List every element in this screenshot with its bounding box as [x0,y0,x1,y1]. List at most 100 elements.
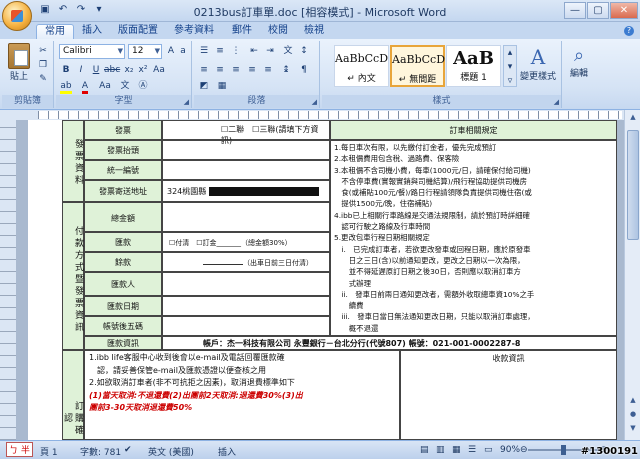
copy-icon[interactable]: ❐ [36,59,50,72]
spell-check-icon[interactable]: ✔ [124,445,132,455]
horizontal-ruler[interactable] [0,110,640,120]
remit-date-field[interactable] [162,296,330,316]
prev-page-icon[interactable]: ▲ [627,394,639,406]
chevron-down-icon: ▼ [154,47,160,55]
minimize-button[interactable]: — [564,2,586,19]
remitter-label: 匯款人 [84,272,162,296]
cut-icon[interactable]: ✂ [36,45,50,58]
remit-options[interactable]: ☐付清 ☐訂金_______（總金額30%） [162,232,330,252]
shrink-font-icon[interactable]: a [176,45,190,58]
print-layout-icon[interactable]: ▤ [420,445,429,455]
draft-icon[interactable]: ▭ [484,445,493,455]
line-spacing-icon[interactable]: ↨ [279,64,293,77]
clipboard-group: 貼上 ✂ ❐ ✎ 剪貼簿 [2,41,54,108]
format-painter-icon[interactable]: ✎ [36,73,50,86]
close-button[interactable]: ✕ [610,2,638,19]
tab-home[interactable]: 常用 [36,24,74,39]
order-form-table: 發票資料 付款方式暨發票資訊 訂購確認 發票 發票抬頭 統一編號 發票寄送地址 … [62,120,617,440]
font-color-icon[interactable]: A [78,80,92,94]
superscript-icon[interactable]: x² [136,64,150,77]
highlight-icon[interactable]: ab [59,80,73,94]
balance-label: 餘款 [84,252,162,272]
styles-group-label: 樣式 [322,95,561,108]
align-right-icon[interactable]: ≡ [229,64,243,77]
vertical-ruler[interactable] [0,120,16,440]
remitter-field[interactable] [162,272,330,296]
tab-mailings[interactable]: 郵件 [232,24,252,39]
zoom-slider-knob[interactable] [561,445,566,455]
paragraph-launcher-icon[interactable]: ◢ [312,98,317,106]
language-indicator[interactable]: 英文 (美國) [148,445,194,458]
vertical-scrollbar[interactable]: ▲ ▲ ● ▼ [624,110,640,440]
zoom-out-icon[interactable]: ⊖ [520,445,528,455]
show-marks-icon[interactable]: ¶ [297,64,311,77]
phonetic-guide-icon[interactable]: 文 [118,80,132,93]
bold-icon[interactable]: B [59,64,73,77]
invoice-title-field[interactable] [162,140,330,160]
word-count[interactable]: 字數: 781 [80,445,121,458]
clear-format-icon[interactable]: Aa [98,80,112,93]
chinese-layout-icon[interactable]: 文 [281,45,295,58]
web-layout-icon[interactable]: ▦ [452,445,461,455]
insert-mode[interactable]: 插入 [218,445,236,458]
change-styles-button[interactable]: A 變更樣式 [518,45,558,82]
change-styles-icon: A [530,45,546,69]
decrease-indent-icon[interactable]: ⇤ [247,45,261,58]
account-last5-field[interactable] [162,316,330,336]
remit-label: 匯款 [84,232,162,252]
invoice-address-field[interactable]: 324桃園縣 [162,180,330,202]
full-screen-icon[interactable]: ▥ [436,445,445,455]
invoice-options[interactable]: ☐二聯 ☐三聯(請填下方資訊) [162,120,330,145]
subscript-icon[interactable]: x₂ [122,64,136,77]
change-case-icon[interactable]: Aa [152,64,166,77]
styles-scroll-icon[interactable]: ▴ ▾ ▿ [503,45,517,87]
tab-view[interactable]: 檢視 [304,24,324,39]
zoom-level[interactable]: 90% [500,445,520,455]
font-size-combo[interactable]: 12 ▼ [128,44,162,59]
increase-indent-icon[interactable]: ⇥ [263,45,277,58]
font-launcher-icon[interactable]: ◢ [184,98,189,106]
scroll-thumb[interactable] [627,130,639,240]
borders-icon[interactable]: ▦ [215,80,229,93]
sort-icon[interactable]: ↕ [297,45,311,58]
page-count[interactable]: 頁 1 [40,445,58,458]
help-icon[interactable]: ? [624,26,634,36]
balance-field[interactable]: （出車日前三日付清） [162,252,330,272]
numbering-icon[interactable]: ≡ [213,45,227,58]
italic-icon[interactable]: I [74,64,88,77]
ime-indicator[interactable]: ㄅ 半 [6,442,33,457]
tab-review[interactable]: 校閱 [268,24,288,39]
tab-layout[interactable]: 版面配置 [118,24,158,39]
bullets-icon[interactable]: ☰ [197,45,211,58]
scroll-up-icon[interactable]: ▲ [627,111,639,123]
styles-group: AaBbCcD ↵ 內文 AaBbCcD ↵ 無間距 AaB 標題 1 ▴ ▾ ▿ … [322,41,562,108]
tab-insert[interactable]: 插入 [82,24,102,39]
underline-icon[interactable]: U [89,64,103,77]
browse-object-icon[interactable]: ● [627,408,639,420]
document-page[interactable]: 發票資料 付款方式暨發票資訊 訂購確認 發票 發票抬頭 統一編號 發票寄送地址 … [28,120,617,440]
align-left-icon[interactable]: ≡ [197,64,211,77]
font-name-combo[interactable]: Calibri ▼ [59,44,125,59]
style-normal[interactable]: AaBbCcD ↵ 內文 [334,45,389,87]
strikethrough-icon[interactable]: abc [104,64,120,77]
style-heading-1[interactable]: AaB 標題 1 [446,45,501,87]
invoice-title-label: 發票抬頭 [84,140,162,160]
maximize-button[interactable]: ▢ [587,2,609,19]
tax-id-field[interactable] [162,160,330,180]
total-field[interactable] [162,202,330,232]
paste-button[interactable]: 貼上 [6,43,32,82]
align-center-icon[interactable]: ≡ [213,64,227,77]
remit-date-label: 匯款日期 [84,296,162,316]
shading-icon[interactable]: ◩ [197,80,211,93]
multilevel-list-icon[interactable]: ⋮ [229,45,243,58]
tab-references[interactable]: 參考資料 [174,24,214,39]
styles-launcher-icon[interactable]: ◢ [554,98,559,106]
justify-icon[interactable]: ≡ [245,64,259,77]
style-no-spacing[interactable]: AaBbCcD ↵ 無間距 [390,45,445,87]
next-page-icon[interactable]: ▼ [627,422,639,434]
outline-icon[interactable]: ☰ [468,445,476,455]
editing-button[interactable]: ⌕ 編輯 [566,45,592,79]
enclose-char-icon[interactable]: Ⓐ [136,80,150,93]
office-button[interactable] [2,1,32,31]
distribute-icon[interactable]: ≡ [261,64,275,77]
